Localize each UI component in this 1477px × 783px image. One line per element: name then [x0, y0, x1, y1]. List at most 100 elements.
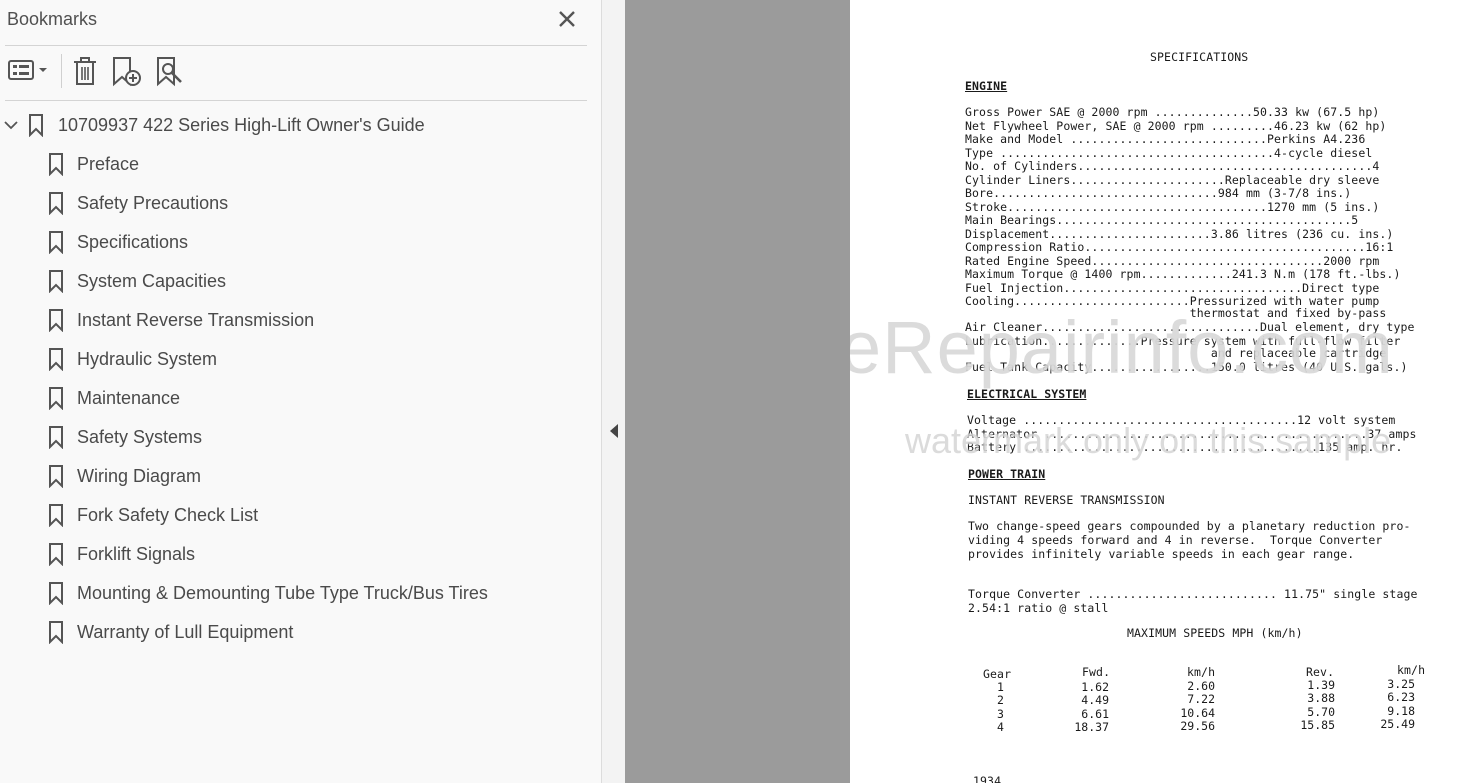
document-viewer-background	[625, 0, 850, 783]
bookmark-icon	[49, 621, 63, 644]
torque-line: Torque Converter .......................…	[968, 587, 1418, 601]
speed-cell: 25.49	[1380, 717, 1415, 731]
spec-line: Compression Ratio.......................…	[965, 240, 1394, 254]
bookmark-label: System Capacities	[77, 271, 227, 291]
bookmark-item[interactable]: Instant Reverse Transmission	[0, 301, 601, 340]
bookmark-icon	[49, 426, 63, 449]
watermark-sub: watermark only on this sample	[905, 420, 1392, 461]
speed-cell: 9.18	[1387, 704, 1415, 718]
bookmark-item[interactable]: Warranty of Lull Equipment	[0, 613, 601, 652]
panel-splitter[interactable]	[602, 0, 625, 783]
toolbar-separator	[61, 54, 62, 88]
bookmark-item[interactable]: Maintenance	[0, 379, 601, 418]
bookmark-item[interactable]: System Capacities	[0, 262, 601, 301]
speed-header: Rev.	[1306, 665, 1335, 679]
bookmark-item[interactable]: Specifications	[0, 223, 601, 262]
spec-line: Fuel Injection..........................…	[965, 280, 1380, 295]
speed-cell: 1.62	[1081, 680, 1109, 694]
speed-cell: 7.22	[1187, 692, 1215, 706]
bookmark-item[interactable]: Fork Safety Check List	[0, 496, 601, 535]
bookmark-item[interactable]: Hydraulic System	[0, 340, 601, 379]
speed-cell: 3.25	[1387, 677, 1415, 691]
speed-cell: 2	[997, 693, 1005, 707]
bookmark-item[interactable]: Mounting & Demounting Tube Type Truck/Bu…	[0, 574, 601, 613]
speed-header: Fwd.	[1082, 665, 1111, 679]
transmission-heading: INSTANT REVERSE TRANSMISSION	[968, 493, 1165, 507]
bookmark-label: Fork Safety Check List	[77, 505, 259, 525]
speed-cell: 1.39	[1307, 678, 1335, 692]
bookmark-root-label: 10709937 422 Series High-Lift Owner's Gu…	[58, 115, 425, 135]
bookmarks-panel: Bookmarks 10709937 422 Series High-Lift …	[0, 0, 602, 783]
collapse-panel-icon[interactable]	[606, 421, 622, 441]
power-train-heading: POWER TRAIN	[968, 467, 1046, 481]
close-icon[interactable]	[555, 7, 579, 31]
speed-cell: 1	[997, 680, 1005, 694]
speed-header: Gear	[983, 667, 1012, 681]
speed-header: km/h	[1397, 663, 1426, 677]
spec-line: Main Bearings...........................…	[965, 213, 1359, 227]
speed-cell: 2.60	[1187, 679, 1215, 693]
find-bookmark-icon[interactable]	[154, 54, 186, 88]
spec-line: Make and Model .........................…	[965, 132, 1366, 146]
spec-line: Cylinder Liners......................Rep…	[965, 172, 1380, 187]
speed-cell: 4	[997, 720, 1005, 734]
bookmark-icon	[49, 348, 63, 371]
speed-cell: 3.88	[1307, 691, 1335, 705]
spec-line: Stroke..................................…	[965, 199, 1380, 214]
bookmark-label: Mounting & Demounting Tube Type Truck/Bu…	[77, 583, 488, 603]
bookmark-label: Preface	[77, 154, 140, 174]
chevron-down-icon[interactable]	[3, 117, 19, 133]
bookmark-icon	[49, 309, 63, 332]
new-bookmark-icon[interactable]	[110, 54, 144, 88]
bookmark-root[interactable]: 10709937 422 Series High-Lift Owner's Gu…	[0, 106, 601, 144]
engine-heading: ENGINE	[965, 79, 1008, 93]
bookmark-label: Instant Reverse Transmission	[77, 310, 315, 330]
bookmark-item[interactable]: Safety Precautions	[0, 184, 601, 223]
delete-bookmark-icon[interactable]	[70, 54, 100, 88]
spec-line: Maximum Torque @ 1400 rpm.............24…	[965, 267, 1401, 281]
spec-line: Type ...................................…	[965, 145, 1373, 160]
speed-cell: 3	[997, 707, 1005, 721]
bookmark-label: Safety Precautions	[77, 193, 229, 213]
bookmark-icon	[49, 231, 63, 254]
speed-cell: 6.23	[1387, 690, 1415, 704]
spec-line: Displacement.......................3.86 …	[965, 226, 1394, 241]
options-menu-icon[interactable]	[7, 54, 51, 88]
bookmark-icon	[49, 465, 63, 488]
toolbar-divider	[5, 100, 587, 101]
bookmark-icon	[49, 543, 63, 566]
bookmark-item[interactable]: Wiring Diagram	[0, 457, 601, 496]
speed-header: km/h	[1187, 665, 1216, 679]
page-footer-partial: 1934	[973, 774, 1002, 783]
speed-cell: 4.49	[1081, 693, 1109, 707]
bookmark-icon	[49, 387, 63, 410]
transmission-text: Two change-speed gears compounded by a p…	[968, 519, 1411, 533]
spec-line: Gross Power SAE @ 2000 rpm .............…	[965, 105, 1380, 119]
panel-header: Bookmarks	[0, 0, 601, 40]
speeds-title: MAXIMUM SPEEDS MPH (km/h)	[1127, 626, 1303, 640]
bookmark-icon	[49, 582, 63, 605]
bookmark-icon	[49, 270, 63, 293]
watermark-main: eRepairinfo.com	[850, 306, 1394, 389]
bookmark-label: Wiring Diagram	[77, 466, 202, 486]
spec-line: Net Flywheel Power, SAE @ 2000 rpm .....…	[965, 118, 1387, 133]
bookmark-label: Warranty of Lull Equipment	[77, 622, 294, 642]
doc-title: SPECIFICATIONS	[1150, 50, 1249, 64]
spec-line: No. of Cylinders........................…	[965, 159, 1380, 173]
speed-cell: 10.64	[1180, 706, 1215, 720]
spec-line: Bore................................984 …	[965, 186, 1352, 200]
bookmark-icon	[49, 192, 63, 215]
speed-cell: 6.61	[1081, 707, 1109, 721]
bookmark-item[interactable]: Forklift Signals	[0, 535, 601, 574]
transmission-text: provides infinitely variable speeds in e…	[968, 547, 1355, 561]
bookmark-icon	[49, 153, 63, 176]
speed-cell: 15.85	[1300, 718, 1335, 732]
bookmark-item[interactable]: Safety Systems	[0, 418, 601, 457]
document-page[interactable]: SPECIFICATIONS ENGINE Gross Power SAE @ …	[850, 0, 1477, 783]
bookmarks-toolbar	[0, 46, 601, 100]
bookmark-item[interactable]: Preface	[0, 145, 601, 184]
bookmark-label: Hydraulic System	[77, 349, 218, 369]
bookmark-label: Specifications	[77, 232, 189, 252]
transmission-text: viding 4 speeds forward and 4 in reverse…	[968, 533, 1383, 547]
bookmark-label: Safety Systems	[77, 427, 203, 447]
